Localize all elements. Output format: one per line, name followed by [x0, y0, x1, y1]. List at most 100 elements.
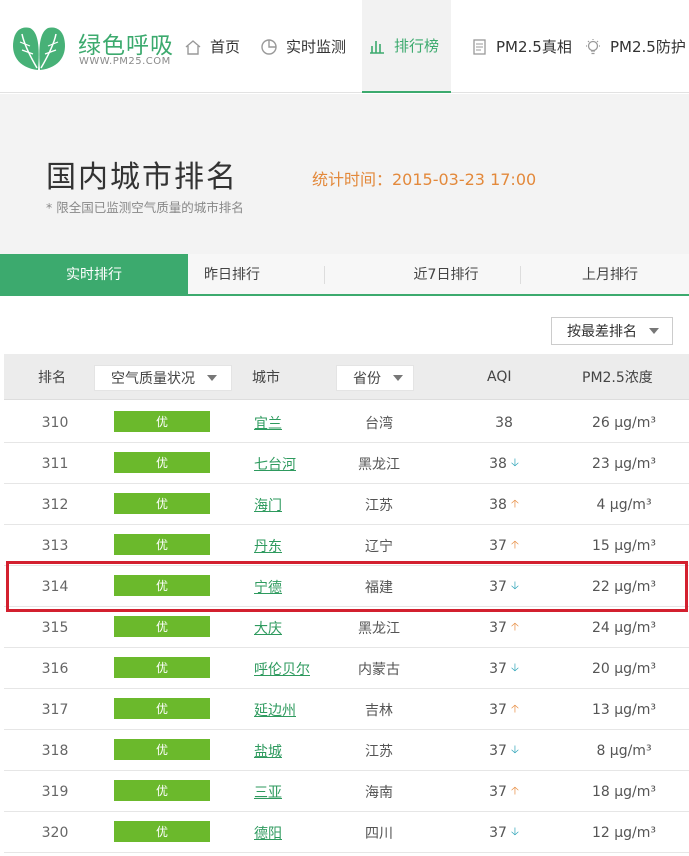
- table-row: 314 优 宁德 福建 37 🡣 22 μg/m³: [4, 566, 689, 607]
- chevron-down-icon: [649, 328, 659, 334]
- pm25-cell: 23 μg/m³: [591, 455, 657, 472]
- table-row: 311 优 七台河 黑龙江 38 🡣 23 μg/m³: [4, 443, 689, 484]
- quality-filter-dropdown[interactable]: 空气质量状况: [94, 365, 232, 391]
- pm25-cell: 26 μg/m³: [591, 414, 657, 431]
- province-cell: 黑龙江: [358, 456, 400, 473]
- logo-text: 绿色呼吸: [78, 33, 174, 59]
- nav-pm25-truth[interactable]: PM2.5真相: [470, 0, 578, 93]
- nav-home[interactable]: 首页: [184, 0, 254, 93]
- quality-badge: 优: [114, 657, 210, 678]
- aqi-cell: 38 🡡: [474, 484, 534, 525]
- rank-cell: 319: [41, 783, 69, 800]
- city-cell: 大庆: [254, 607, 282, 648]
- city-link[interactable]: 宁德: [254, 577, 282, 597]
- pm25-cell: 8 μg/m³: [596, 742, 652, 759]
- document-icon: [473, 38, 486, 55]
- arrow-up-icon: 🡡: [510, 784, 519, 797]
- city-link[interactable]: 延边州: [254, 700, 296, 720]
- province-cell: 内蒙古: [358, 661, 400, 678]
- aqi-cell: 37 🡡: [474, 689, 534, 730]
- nav-rankings[interactable]: 排行榜: [362, 0, 451, 93]
- arrow-up-icon: 🡡: [510, 620, 519, 633]
- pm25-cell: 18 μg/m³: [591, 783, 657, 800]
- table-row: 315 优 大庆 黑龙江 37 🡡 24 μg/m³: [4, 607, 689, 648]
- pm25-cell: 13 μg/m³: [591, 701, 657, 718]
- aqi-value: 37: [489, 537, 507, 554]
- city-link[interactable]: 宜兰: [254, 413, 282, 433]
- aqi-value: 37: [489, 824, 507, 841]
- aqi-value: 38: [489, 455, 507, 472]
- quality-badge: 优: [114, 452, 210, 473]
- table-row: 310 优 宜兰 台湾 38 26 μg/m³: [4, 402, 689, 443]
- arrow-up-icon: 🡡: [510, 702, 519, 715]
- aqi-value: 37: [489, 619, 507, 636]
- city-link[interactable]: 呼伦贝尔: [254, 659, 310, 679]
- site-logo[interactable]: 绿色呼吸 WWW.PM25.COM: [8, 24, 178, 74]
- page-title: 国内城市排名: [46, 160, 238, 195]
- tab-realtime-ranking[interactable]: 实时排行: [0, 254, 188, 294]
- province-cell: 吉林: [365, 702, 393, 719]
- city-link[interactable]: 海门: [254, 495, 282, 515]
- table-header: 排名 空气质量状况 城市 省份 AQI PM2.5浓度: [4, 354, 689, 400]
- rank-cell: 310: [41, 414, 69, 431]
- aqi-cell: 37 🡡: [474, 525, 534, 566]
- province-cell: 江苏: [365, 497, 393, 514]
- aqi-cell: 37 🡣: [474, 566, 534, 607]
- city-link[interactable]: 德阳: [254, 823, 282, 843]
- home-icon: [185, 39, 201, 55]
- table-row: 316 优 呼伦贝尔 内蒙古 37 🡣 20 μg/m³: [4, 648, 689, 689]
- aqi-cell: 38 🡣: [474, 443, 534, 484]
- table-row: 319 优 三亚 海南 37 🡡 18 μg/m³: [4, 771, 689, 812]
- bar-chart-icon: [370, 40, 384, 54]
- header-city: 城市: [252, 370, 280, 386]
- rank-cell: 311: [41, 455, 69, 472]
- quality-badge: 优: [114, 411, 210, 432]
- nav-realtime-monitoring[interactable]: 实时监测: [260, 0, 360, 93]
- province-cell: 海南: [365, 784, 393, 801]
- rank-cell: 312: [41, 496, 69, 513]
- pm25-cell: 4 μg/m³: [596, 496, 652, 513]
- city-cell: 宜兰: [254, 402, 282, 443]
- header-rank: 排名: [38, 370, 66, 386]
- quality-badge: 优: [114, 698, 210, 719]
- rank-cell: 318: [41, 742, 69, 759]
- sort-order-dropdown[interactable]: 按最差排名: [551, 317, 673, 345]
- city-link[interactable]: 盐城: [254, 741, 282, 761]
- city-link[interactable]: 丹东: [254, 536, 282, 556]
- nav-home-label: 首页: [210, 38, 241, 56]
- province-cell: 福建: [365, 579, 393, 596]
- tab-separator: [520, 266, 521, 284]
- pm25-cell: 24 μg/m³: [591, 619, 657, 636]
- city-link[interactable]: 七台河: [254, 454, 296, 474]
- arrow-up-icon: 🡡: [510, 497, 519, 510]
- tab-last-month-ranking[interactable]: 上月排行: [550, 254, 670, 294]
- tab-yesterday-ranking[interactable]: 昨日排行: [188, 254, 276, 294]
- nav-pm25-protection[interactable]: PM2.5防护: [584, 0, 689, 93]
- city-cell: 呼伦贝尔: [254, 648, 310, 689]
- nav-rankings-label: 排行榜: [394, 37, 440, 55]
- arrow-down-icon: 🡣: [510, 456, 519, 469]
- page-subtitle: * 限全国已监测空气质量的城市排名: [46, 200, 244, 215]
- sort-order-label: 按最差排名: [567, 324, 637, 340]
- tab-7day-ranking[interactable]: 近7日排行: [380, 254, 512, 294]
- arrow-down-icon: 🡣: [510, 661, 519, 674]
- province-cell: 四川: [365, 825, 393, 842]
- province-filter-dropdown[interactable]: 省份: [336, 365, 414, 391]
- quality-badge: 优: [114, 780, 210, 801]
- aqi-value: 37: [489, 660, 507, 677]
- quality-badge: 优: [114, 534, 210, 555]
- table-row: 318 优 盐城 江苏 37 🡣 8 μg/m³: [4, 730, 689, 771]
- chevron-down-icon: [393, 375, 403, 381]
- table-row: 320 优 德阳 四川 37 🡣 12 μg/m³: [4, 812, 689, 853]
- aqi-cell: 37 🡡: [474, 771, 534, 812]
- city-link[interactable]: 三亚: [254, 782, 282, 802]
- aqi-cell: 37 🡣: [474, 730, 534, 771]
- city-link[interactable]: 大庆: [254, 618, 282, 638]
- province-cell: 台湾: [365, 415, 393, 432]
- province-cell: 辽宁: [365, 538, 393, 555]
- city-cell: 丹东: [254, 525, 282, 566]
- arrow-down-icon: 🡣: [510, 579, 519, 592]
- tab-separator: [324, 266, 325, 284]
- pie-chart-icon: [261, 38, 277, 55]
- lightbulb-icon: [586, 38, 600, 54]
